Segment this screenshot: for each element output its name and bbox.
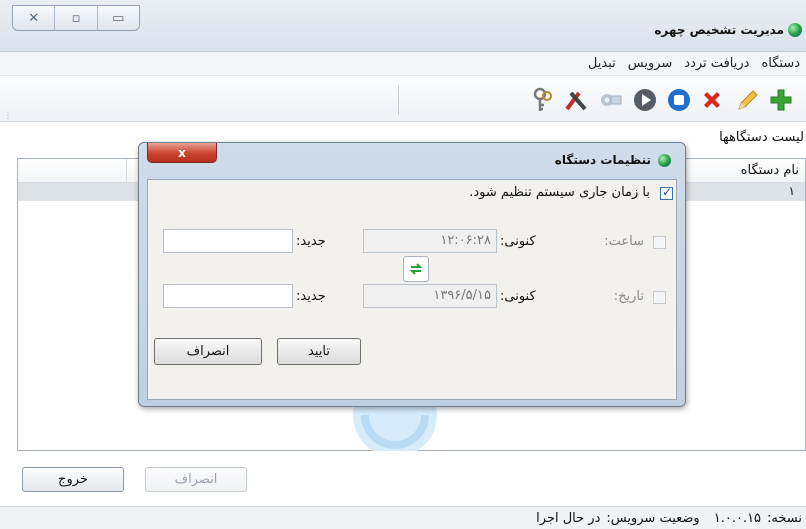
keys-icon[interactable] <box>530 87 556 113</box>
device-settings-dialog: x تنظیمات دستگاه ✓ با زمان جاری سیستم تن… <box>138 142 686 407</box>
dialog-cancel-button[interactable]: انصراف <box>154 338 262 365</box>
sync-button[interactable] <box>403 256 429 282</box>
device-list-label: لیست دستگاهها <box>719 130 804 145</box>
window-title: مدیریت تشخیص چهره <box>654 23 784 37</box>
service-status-label: وضعیت سرویس: <box>606 510 700 526</box>
dialog-close-button[interactable]: x <box>147 143 217 163</box>
date-label: تاریخ: <box>613 289 644 304</box>
current-time-field: ۱۲:۰۶:۲۸ <box>363 229 497 253</box>
window-caption-buttons: ✕ ▫ ▭ <box>12 5 140 31</box>
menu-receive-attendance[interactable]: دریافت تردد <box>684 56 749 71</box>
current-date-field: ۱۳۹۶/۵/۱۵ <box>363 284 497 308</box>
version-value: ۱.۰.۰.۱۵ <box>713 510 762 526</box>
sync-system-time-checkbox[interactable]: ✓ <box>660 185 673 200</box>
column-divider[interactable] <box>126 159 127 183</box>
column-header-device-name[interactable]: نام دستگاه <box>741 163 799 178</box>
exit-button[interactable]: خروج <box>22 467 124 492</box>
tools-icon[interactable] <box>563 87 589 113</box>
refresh-icon <box>409 263 423 275</box>
current-time-label: کنونی: <box>500 234 536 249</box>
maximize-window-button[interactable]: ▫ <box>55 6 98 30</box>
play-icon[interactable] <box>632 87 658 113</box>
close-window-button[interactable]: ✕ <box>13 6 56 30</box>
edit-icon[interactable] <box>735 87 761 113</box>
app-globe-icon <box>788 23 802 37</box>
delete-icon[interactable] <box>699 87 725 113</box>
new-date-label: جدید: <box>296 289 326 304</box>
date-checkbox[interactable] <box>653 291 666 304</box>
time-checkbox[interactable] <box>653 236 666 249</box>
watermark-logo <box>345 405 445 451</box>
toolbar: ⋮ <box>0 77 806 122</box>
dialog-title: تنظیمات دستگاه <box>554 153 651 167</box>
dialog-body: ✓ با زمان جاری سیستم تنظیم شود. ساعت: کن… <box>147 179 677 400</box>
menu-convert[interactable]: تبدیل <box>588 56 616 71</box>
settings-icon[interactable] <box>597 87 623 113</box>
new-time-input[interactable] <box>163 229 293 253</box>
sync-system-time-label: با زمان جاری سیستم تنظیم شود. <box>469 185 650 200</box>
menu-bar: دستگاه دریافت تردد سرویس تبدیل <box>0 52 806 76</box>
minimize-window-button[interactable]: ▭ <box>98 6 139 30</box>
status-bar: نسخه: ۱.۰.۰.۱۵ وضعیت سرویس: در حال اجرا <box>0 506 806 529</box>
current-date-label: کنونی: <box>500 289 536 304</box>
dialog-confirm-button[interactable]: تایید <box>277 338 361 365</box>
cancel-button[interactable]: انصراف <box>145 467 247 492</box>
title-bar[interactable]: ✕ ▫ ▭ مدیریت تشخیص چهره <box>0 0 806 52</box>
checkmark-icon: ✓ <box>662 185 673 199</box>
add-icon[interactable] <box>768 87 794 113</box>
version-label: نسخه: <box>767 510 802 526</box>
toolbar-separator <box>398 85 399 115</box>
device-name-cell: ۱ <box>788 184 795 198</box>
stop-icon[interactable] <box>666 87 692 113</box>
new-time-label: جدید: <box>296 234 326 249</box>
toolbar-grip-icon[interactable]: ⋮ <box>4 111 14 120</box>
new-date-input[interactable] <box>163 284 293 308</box>
menu-service[interactable]: سرویس <box>628 56 673 71</box>
menu-device[interactable]: دستگاه <box>761 56 800 71</box>
time-label: ساعت: <box>604 234 644 249</box>
dialog-globe-icon <box>658 154 671 167</box>
service-status-value: در حال اجرا <box>536 510 601 526</box>
